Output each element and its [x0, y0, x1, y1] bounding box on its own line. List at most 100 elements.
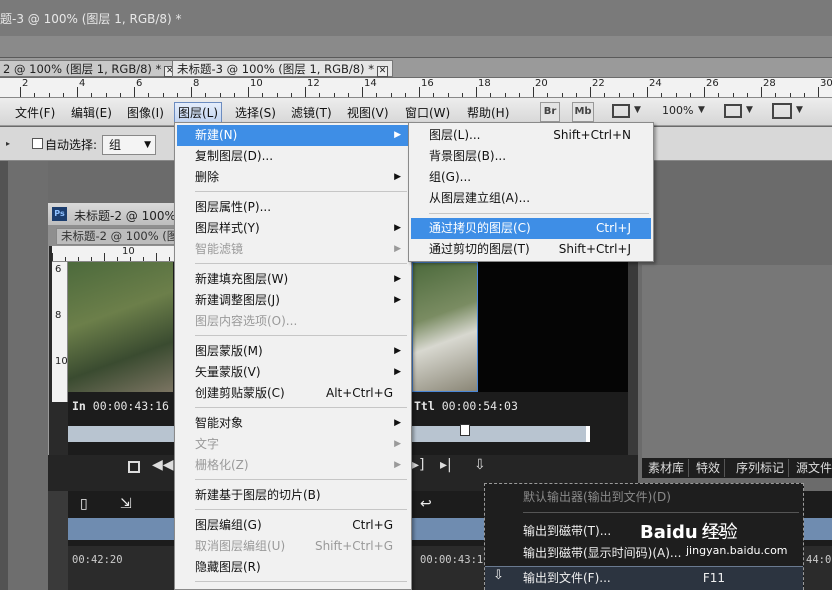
layer-menu-content-options[interactable]: 图层内容选项(O)...	[177, 311, 409, 332]
menu-layer[interactable]: 图层(L)	[174, 102, 223, 123]
ruler-tick	[647, 87, 648, 97]
layer-menu-layer-mask[interactable]: 图层蒙版(M) ▶	[177, 341, 409, 362]
ruler-tick	[433, 93, 435, 97]
ruler-tick	[205, 93, 207, 97]
export-default-item[interactable]: 默认输出器(输出到文件)(D)	[523, 486, 799, 508]
layer-menu-smart-filter-label: 智能滤镜	[195, 242, 244, 256]
tab-source-files[interactable]: 源文件	[792, 459, 832, 477]
layer-menu-vector-mask[interactable]: 矢量蒙版(V) ▶	[177, 362, 409, 383]
workspace-right	[638, 203, 832, 265]
close-icon[interactable]: ✕	[376, 66, 388, 77]
menu-edit[interactable]: 编辑(E)	[68, 103, 115, 122]
auto-select-dropdown[interactable]: 组 ▼	[102, 135, 156, 155]
layer-menu-new[interactable]: 新建(N) ▶	[177, 125, 409, 146]
arrange-documents-icon[interactable]	[724, 104, 742, 118]
ruler-tick	[675, 93, 677, 97]
menu-separator	[195, 191, 407, 192]
zoom-value[interactable]: 100%	[662, 104, 693, 117]
out-point-marker[interactable]	[586, 426, 590, 442]
chevron-down-icon[interactable]: ▼	[698, 105, 705, 115]
menu-view[interactable]: 视图(V)	[344, 103, 392, 122]
auto-select-checkbox[interactable]	[32, 138, 43, 149]
new-file-icon[interactable]: ▯	[80, 496, 88, 512]
export-icon[interactable]: ⇩	[474, 457, 486, 473]
layer-menu-smart-object[interactable]: 智能对象 ▶	[177, 413, 409, 434]
chevron-down-icon[interactable]: ▼	[634, 105, 641, 115]
menu-filter[interactable]: 滤镜(T)	[288, 103, 335, 122]
ruler-tick	[604, 93, 606, 97]
layer-menu-adjustment-layer[interactable]: 新建调整图层(J) ▶	[177, 290, 409, 311]
layer-via-copy-label: 通过拷贝的图层(C)	[429, 221, 531, 235]
group-from-layers-label: 从图层建立组(A)...	[429, 191, 531, 205]
document-tab-2[interactable]: 未标题-3 @ 100% (图层 1, RGB/8) * ✕	[172, 60, 393, 77]
layer-menu-new-label: 新建(N)	[195, 128, 238, 142]
film-icon[interactable]	[612, 104, 630, 118]
ruler-tick	[761, 87, 762, 97]
menu-window[interactable]: 窗口(W)	[402, 103, 453, 122]
new-background-item[interactable]: 背景图层(B)...	[411, 146, 651, 167]
export-file-icon: ⇩	[493, 568, 504, 583]
document-tab-1-label: 2 @ 100% (图层 1, RGB/8) *	[3, 62, 162, 76]
layer-menu-properties[interactable]: 图层属性(P)...	[177, 197, 409, 218]
playhead-marker[interactable]	[460, 424, 470, 436]
stop-icon[interactable]	[128, 461, 140, 473]
new-layer-item[interactable]: 图层(L)... Shift+Ctrl+N	[411, 125, 651, 146]
layer-menu-group[interactable]: 图层编组(G) Ctrl+G	[177, 515, 409, 536]
layer-menu-hide[interactable]: 隐藏图层(R)	[177, 557, 409, 578]
layer-menu-hide-label: 隐藏图层(R)	[195, 560, 261, 574]
menu-separator	[195, 581, 407, 582]
submenu-arrow-icon: ▶	[394, 346, 401, 356]
layer-menu-type[interactable]: 文字 ▶	[177, 434, 409, 455]
ruler-label: 6	[55, 264, 62, 275]
in-label: In	[72, 399, 86, 413]
import-icon[interactable]: ⇲	[120, 496, 132, 512]
ruler-tick	[476, 87, 477, 97]
rewind-icon[interactable]: ◀◀	[152, 457, 174, 473]
layer-menu-delete[interactable]: 删除 ▶	[177, 167, 409, 188]
program-video-frame	[412, 262, 478, 392]
tab-effects[interactable]: 特效	[692, 459, 726, 477]
ruler-tick	[176, 93, 178, 97]
ruler-tick	[65, 257, 66, 261]
document-tab-1[interactable]: 2 @ 100% (图层 1, RGB/8) * ✕	[0, 60, 181, 77]
layer-menu-fill-layer[interactable]: 新建填充图层(W) ▶	[177, 269, 409, 290]
layer-menu-rasterize[interactable]: 栅格化(Z) ▶	[177, 455, 409, 476]
menu-select[interactable]: 选择(S)	[232, 103, 279, 122]
screen-mode-icon[interactable]	[772, 103, 792, 119]
document-window-tab[interactable]: 未标题-2 @ 100% (图	[56, 228, 184, 245]
layer-menu-ungroup[interactable]: 取消图层编组(U) Shift+Ctrl+G	[177, 536, 409, 557]
bridge-button[interactable]: Br	[540, 102, 560, 122]
menu-image[interactable]: 图像(I)	[124, 103, 167, 122]
ruler-tick	[48, 93, 50, 97]
chevron-down-icon[interactable]: ▼	[746, 105, 753, 115]
ruler-label: 4	[79, 78, 86, 89]
layer-menu-smart-filter[interactable]: 智能滤镜 ▶	[177, 239, 409, 260]
ruler-tick	[169, 257, 170, 261]
layer-via-cut-shortcut: Shift+Ctrl+J	[558, 242, 631, 256]
mini-bridge-button[interactable]: Mb	[572, 102, 594, 122]
group-from-layers-item[interactable]: 从图层建立组(A)...	[411, 188, 651, 209]
ruler-label: 8	[55, 310, 62, 321]
tab-asset-library[interactable]: 素材库	[644, 459, 690, 477]
ruler-tick	[661, 93, 663, 97]
layer-via-copy-item[interactable]: 通过拷贝的图层(C) Ctrl+J	[411, 218, 651, 239]
ruler-label: 30	[820, 78, 832, 89]
layer-menu-style[interactable]: 图层样式(Y) ▶	[177, 218, 409, 239]
tab-sequence-markers[interactable]: 序列标记	[732, 459, 790, 477]
export-to-file-item[interactable]: 输出到文件(F)... F11	[523, 567, 799, 589]
layer-menu-clipping-mask[interactable]: 创建剪贴蒙版(C) Alt+Ctrl+G	[177, 383, 409, 404]
mark-out-icon[interactable]: ▸]	[412, 457, 425, 473]
watermark-brand: Baidu	[640, 522, 698, 543]
ruler-tick	[818, 87, 819, 97]
layer-via-cut-item[interactable]: 通过剪切的图层(T) Shift+Ctrl+J	[411, 239, 651, 260]
chevron-down-icon[interactable]: ▼	[796, 105, 803, 115]
split-icon[interactable]: ▸|	[440, 457, 452, 473]
layer-menu-duplicate[interactable]: 复制图层(D)...	[177, 146, 409, 167]
undo-icon[interactable]: ↩	[420, 496, 432, 512]
menu-help[interactable]: 帮助(H)	[464, 103, 512, 122]
new-group-item[interactable]: 组(G)...	[411, 167, 651, 188]
menu-file[interactable]: 文件(F)	[12, 103, 58, 122]
layer-menu-slice[interactable]: 新建基于图层的切片(B)	[177, 485, 409, 506]
tool-preset-chevron-icon[interactable]: ▸	[6, 139, 10, 148]
export-to-file-label: 输出到文件(F)...	[523, 571, 611, 585]
